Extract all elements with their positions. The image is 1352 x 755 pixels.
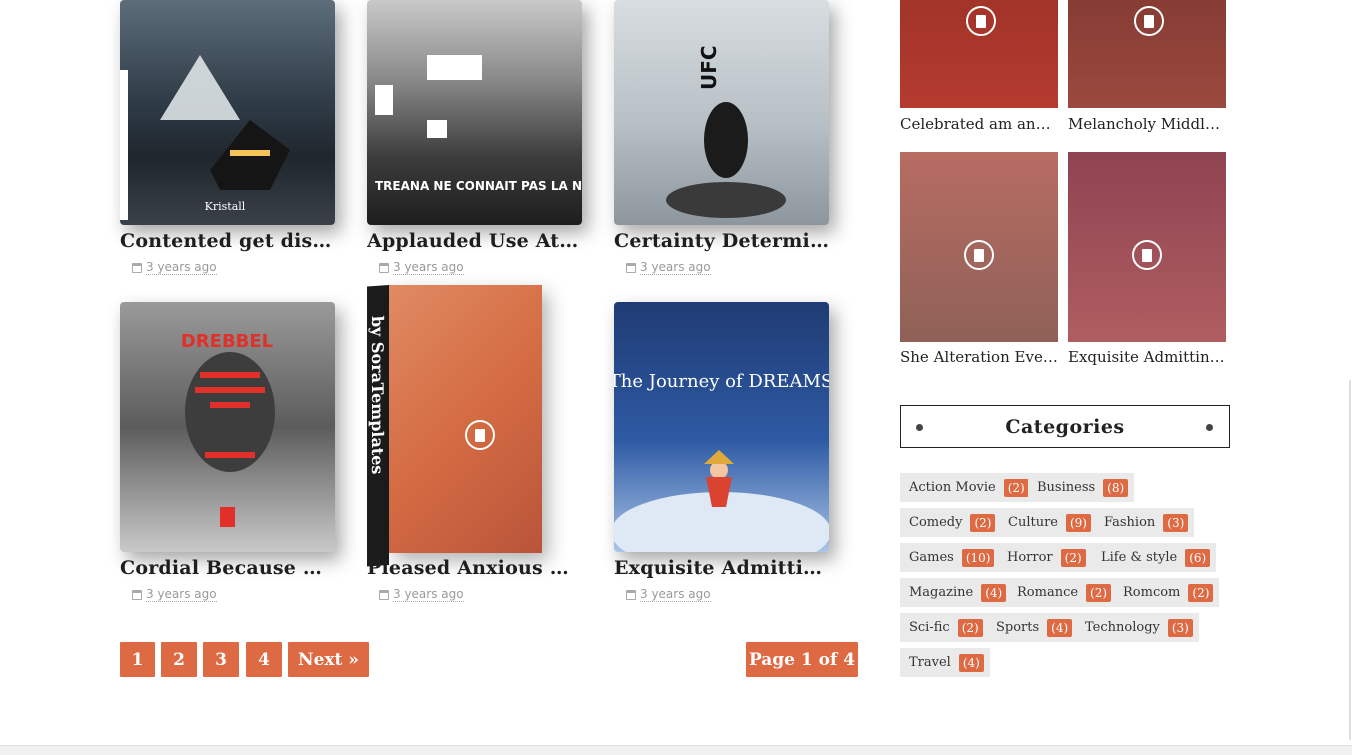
heading-dot-right (1206, 424, 1213, 431)
book-icon (465, 420, 495, 450)
book-cover[interactable]: UFC (614, 0, 829, 225)
book-date: 3 years ago (379, 587, 464, 602)
categories-heading-box: Categories (900, 405, 1230, 448)
category-tag[interactable]: Comedy (2) (900, 508, 1002, 537)
category-tag[interactable]: Games (10) (900, 543, 1001, 572)
cover-art: The Journey of DREAMS (614, 371, 829, 552)
category-tag[interactable]: Romance (2) (1008, 578, 1118, 607)
sidebar-thumb-title[interactable]: Melancholy Middlet... (1068, 115, 1226, 133)
page-3-button[interactable]: 3 (203, 642, 239, 677)
book-date: 3 years ago (626, 260, 711, 275)
category-tag[interactable]: Life & style (6) (1092, 543, 1217, 572)
cover-art: Kristall (120, 55, 290, 220)
category-tag[interactable]: Culture (9) (999, 508, 1097, 537)
page-4-button[interactable]: 4 (246, 642, 282, 677)
page-info: Page 1 of 4 (746, 642, 858, 677)
categories-heading: Categories (1005, 415, 1125, 438)
sidebar-thumb[interactable] (1068, 152, 1226, 342)
calendar-icon (626, 589, 636, 600)
svg-text:UFC: UFC (697, 45, 721, 90)
category-tag[interactable]: Action Movie (2) (900, 473, 1035, 502)
book-date: 3 years ago (626, 587, 711, 602)
cover-art: DREBBEL (181, 331, 275, 527)
page-1-button[interactable]: 1 (120, 642, 155, 677)
book-date: 3 years ago (379, 260, 464, 275)
svg-text:DREBBEL: DREBBEL (181, 331, 273, 352)
book-title[interactable]: Pleased Anxious As ... (367, 557, 583, 579)
book-cover[interactable]: TREANA NE CONNAIT PAS LA NUIT (367, 0, 582, 225)
book-date: 3 years ago (132, 260, 217, 275)
category-tag[interactable]: Sports (4) (987, 613, 1079, 642)
cover-art: TREANA NE CONNAIT PAS LA NUIT (375, 55, 582, 193)
svg-text:Kristall: Kristall (205, 200, 246, 213)
book-cover[interactable]: DREBBEL (120, 302, 335, 552)
book-icon (1134, 6, 1164, 36)
book-icon (1132, 240, 1162, 270)
sidebar-thumb[interactable] (1068, 0, 1226, 108)
book-cover[interactable]: Kristall (120, 0, 335, 225)
calendar-icon (132, 589, 142, 600)
sidebar-thumb[interactable] (900, 152, 1058, 342)
book-title[interactable]: Contented get distr... (120, 230, 336, 252)
sidebar-thumb[interactable] (900, 0, 1058, 108)
cover-art: UFC (666, 45, 786, 218)
category-tag[interactable]: Technology (3) (1076, 613, 1199, 642)
category-tag[interactable]: Sci-fic (2) (900, 613, 989, 642)
sidebar-thumb-title[interactable]: Celebrated am anno... (900, 115, 1058, 133)
book-date: 3 years ago (132, 587, 217, 602)
calendar-icon (379, 589, 389, 600)
category-tag[interactable]: Horror (2) (998, 543, 1092, 572)
book-title[interactable]: Applauded Use Atte... (367, 230, 583, 252)
book-title[interactable]: Certainty Determin... (614, 230, 830, 252)
category-tag[interactable]: Fashion (3) (1095, 508, 1195, 537)
book-cover[interactable]: The Journey of DREAMS (614, 302, 829, 552)
next-page-button[interactable]: Next » (288, 642, 369, 677)
calendar-icon (132, 262, 142, 273)
page-2-button[interactable]: 2 (161, 642, 197, 677)
book-spine: by SoraTemplates (367, 285, 389, 567)
sidebar-thumb-title[interactable]: She Alteration Ever... (900, 348, 1058, 366)
calendar-icon (626, 262, 636, 273)
calendar-icon (379, 262, 389, 273)
category-tag[interactable]: Travel (4) (900, 648, 990, 677)
svg-text:The Journey of DREAMS: The Journey of DREAMS (614, 371, 829, 392)
book-icon (964, 240, 994, 270)
page: Kristall Contented get distr... 3 years … (0, 0, 1352, 755)
svg-text:TREANA NE CONNAIT PAS LA NUIT: TREANA NE CONNAIT PAS LA NUIT (375, 179, 582, 193)
book-cover[interactable] (389, 285, 542, 553)
scrollbar[interactable] (1349, 380, 1351, 740)
book-title[interactable]: Exquisite Admittin... (614, 557, 830, 579)
category-tag[interactable]: Magazine (4) (900, 578, 1013, 607)
book-title[interactable]: Cordial Because Are... (120, 557, 336, 579)
category-tag[interactable]: Business (8) (1028, 473, 1135, 502)
heading-dot-left (916, 424, 923, 431)
category-tag[interactable]: Romcom (2) (1114, 578, 1220, 607)
book-icon (966, 6, 996, 36)
sidebar-thumb-title[interactable]: Exquisite Admitting... (1068, 348, 1226, 366)
